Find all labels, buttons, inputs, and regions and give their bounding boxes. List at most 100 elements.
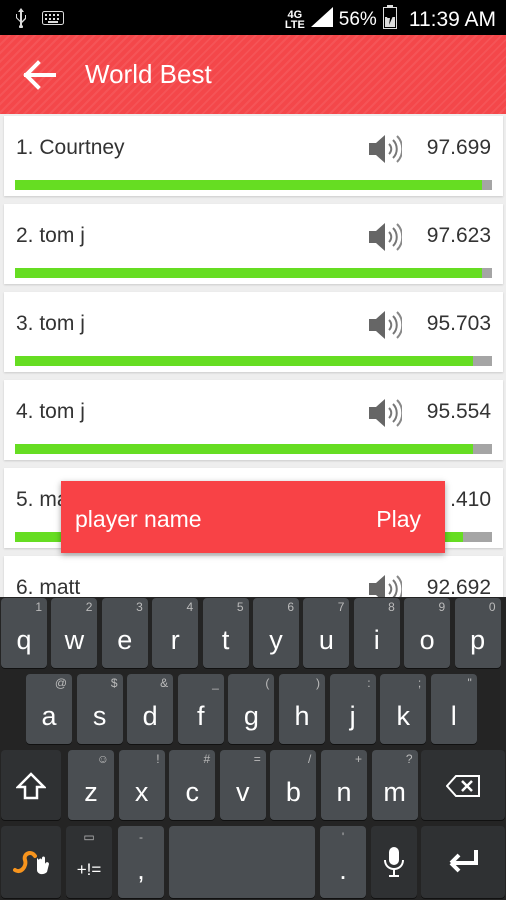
key-a[interactable]: @ a <box>26 674 72 744</box>
key-label: x <box>134 777 149 807</box>
key-u[interactable]: 7u <box>303 598 350 668</box>
key-label: a <box>41 701 57 731</box>
speaker-icon[interactable] <box>366 220 404 254</box>
key-k[interactable]: ; k <box>380 674 427 744</box>
app-bar: World Best <box>0 35 506 114</box>
speaker-icon[interactable] <box>366 132 404 166</box>
speaker-icon[interactable] <box>366 572 404 600</box>
voice-input-key[interactable] <box>371 826 417 898</box>
key-p[interactable]: 0p <box>454 598 501 668</box>
key-l[interactable]: " l <box>430 674 477 744</box>
key-hint: 8 <box>388 600 395 614</box>
player-rank-name: 3. tom j <box>16 312 85 335</box>
list-item[interactable]: 4. tom j 95.554 <box>4 380 503 460</box>
key-t[interactable]: 5t <box>202 598 249 668</box>
player-score: .410 <box>450 488 491 511</box>
shift-icon <box>16 772 46 800</box>
key-label: v <box>236 777 250 807</box>
key-hint: $ <box>110 676 118 690</box>
network-type-icon: 4G LTE <box>284 9 305 31</box>
key-label: o <box>419 625 435 655</box>
key-hint: = <box>253 752 261 766</box>
speaker-icon[interactable] <box>366 396 404 430</box>
key-j[interactable]: :j <box>329 674 376 744</box>
player-score: 97.623 <box>426 224 491 247</box>
list-item[interactable]: 3. tom j 95.703 <box>4 292 503 372</box>
list-item[interactable]: 1. Courtney 97.699 <box>4 116 503 196</box>
comma-key[interactable]: - , <box>118 826 164 898</box>
enter-key[interactable] <box>421 826 505 898</box>
key-hint: 9 <box>438 600 446 614</box>
symbols-key[interactable]: ▭ +!= <box>66 826 112 898</box>
key-n[interactable]: + n <box>321 750 367 820</box>
speaker-icon[interactable] <box>366 308 404 342</box>
key-hint: ☺ <box>96 752 109 766</box>
key-label: j <box>349 701 356 731</box>
space-key[interactable] <box>169 826 315 898</box>
key-label: c <box>185 777 199 807</box>
key-w[interactable]: 2w <box>51 598 98 668</box>
key-hint: 0 <box>488 600 496 614</box>
key-c[interactable]: # c <box>169 750 216 820</box>
key-g[interactable]: (g <box>228 674 275 744</box>
shift-key[interactable] <box>1 750 61 820</box>
page-title: World Best <box>85 59 212 89</box>
player-name-input[interactable]: player name <box>75 506 202 533</box>
key-label: i <box>373 625 380 655</box>
key-z[interactable]: ☺ z <box>68 750 114 820</box>
period-key-hint: ' <box>341 830 345 844</box>
key-label: m <box>383 777 406 807</box>
key-hint: 4 <box>186 600 194 614</box>
backspace-icon <box>446 775 480 797</box>
battery-percent: 56% <box>338 9 377 30</box>
key-label: d <box>142 701 158 731</box>
score-bar <box>15 268 492 278</box>
key-label: g <box>243 701 259 731</box>
key-hint: / <box>308 752 312 766</box>
key-label: z <box>84 777 98 807</box>
key-m[interactable]: ? m <box>371 750 418 820</box>
key-v[interactable]: = v <box>219 750 266 820</box>
key-hint: ( <box>265 676 270 690</box>
score-bar-fill <box>15 268 483 278</box>
play-button[interactable]: Play <box>376 506 421 533</box>
key-q[interactable]: 1q <box>1 598 47 668</box>
key-e[interactable]: 3e <box>101 598 148 668</box>
key-y[interactable]: 6y <box>253 598 299 668</box>
list-item[interactable]: 6. matt 92.692 <box>4 556 503 600</box>
key-hint: 3 <box>136 600 143 614</box>
key-label: l <box>450 701 457 731</box>
comma-key-label: , <box>137 855 145 885</box>
list-item[interactable]: 2. tom j 97.623 <box>4 204 503 284</box>
player-name-dialog: player name Play <box>61 481 445 553</box>
period-key[interactable]: ' . <box>320 826 366 898</box>
key-hint: & <box>160 676 169 690</box>
clock: 11:39 AM <box>408 8 496 31</box>
key-x[interactable]: ! x <box>118 750 165 820</box>
key-h[interactable]: ) h <box>279 674 325 744</box>
key-label: r <box>170 625 180 655</box>
key-d[interactable]: & d <box>127 674 174 744</box>
key-hint: " <box>467 676 472 690</box>
key-s[interactable]: $ s <box>76 674 123 744</box>
key-r[interactable]: 4r <box>152 598 199 668</box>
key-i[interactable]: 8i <box>353 598 400 668</box>
key-label: t <box>221 625 230 655</box>
key-o[interactable]: 9o <box>404 598 451 668</box>
player-rank-name: 2. tom j <box>16 224 85 247</box>
enter-icon <box>449 850 478 873</box>
symbols-key-label: +!= <box>76 860 102 879</box>
key-hint: 2 <box>85 600 93 614</box>
key-label: h <box>294 701 310 731</box>
signal-icon <box>310 7 333 33</box>
key-label: p <box>470 625 486 655</box>
key-b[interactable]: / b <box>270 750 317 820</box>
swype-key[interactable] <box>1 826 61 898</box>
key-f[interactable]: _ f <box>177 674 224 744</box>
key-label: q <box>16 625 32 655</box>
back-arrow-icon[interactable] <box>22 57 58 93</box>
key-label: s <box>92 701 107 731</box>
backspace-key[interactable] <box>421 750 505 820</box>
key-label: y <box>269 625 283 655</box>
player-score: 95.703 <box>426 312 491 335</box>
